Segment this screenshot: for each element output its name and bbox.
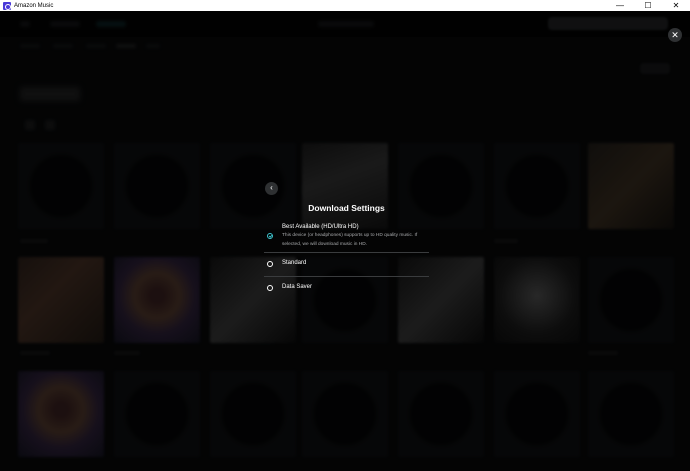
window-title: Amazon Music — [14, 2, 54, 9]
option-label: Best Available (HD/Ultra HD) — [282, 224, 359, 230]
radio-empty-icon — [267, 285, 273, 291]
divider — [264, 276, 429, 277]
option-label: Standard — [282, 260, 307, 266]
dialog-title: Download Settings — [308, 203, 385, 213]
back-button[interactable]: ‹ — [265, 182, 278, 195]
divider — [264, 252, 429, 253]
check-circle-icon — [267, 233, 273, 239]
option-standard[interactable]: Standard — [264, 258, 429, 272]
amazon-music-icon — [3, 1, 11, 10]
close-icon: ✕ — [671, 29, 679, 40]
chevron-left-icon: ‹ — [270, 183, 273, 192]
option-description: This device (or headphones) supports up … — [282, 233, 418, 247]
window-titlebar: Amazon Music — ☐ ✕ — [0, 0, 690, 11]
radio-empty-icon — [267, 261, 273, 267]
option-label: Data Saver — [282, 284, 313, 290]
window-controls: — ☐ ✕ — [606, 0, 690, 11]
minimize-button[interactable]: — — [606, 0, 634, 11]
window-close-button[interactable]: ✕ — [662, 0, 690, 11]
close-overlay-button[interactable]: ✕ — [668, 28, 682, 42]
option-data-saver[interactable]: Data Saver — [264, 282, 429, 296]
maximize-button[interactable]: ☐ — [634, 0, 662, 11]
option-best-available[interactable]: Best Available (HD/Ultra HD) This device… — [264, 224, 429, 252]
